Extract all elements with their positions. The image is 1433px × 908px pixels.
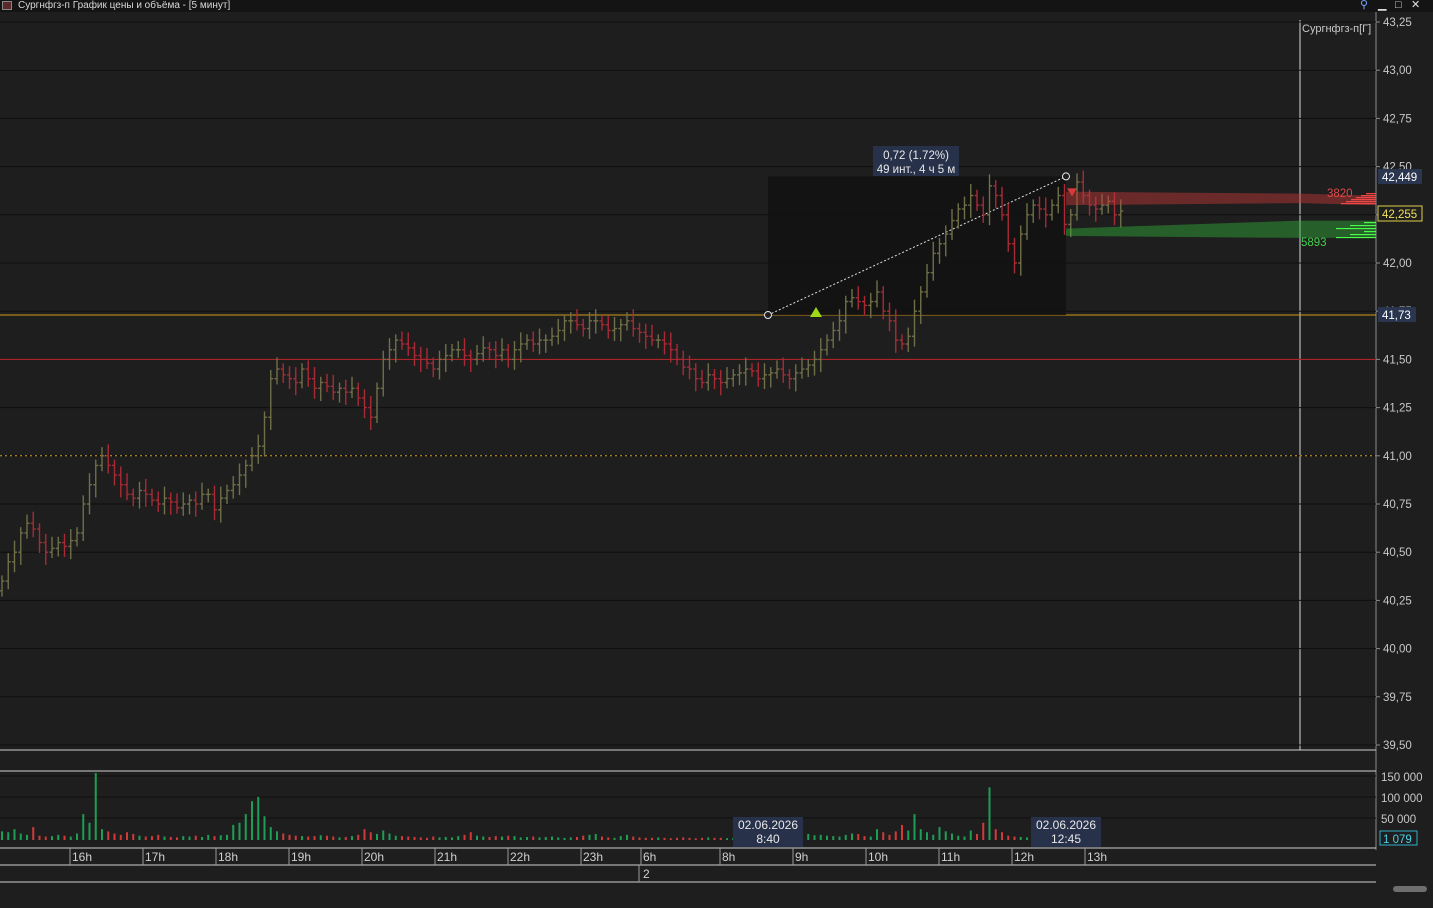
- time-tick-label: 22h: [510, 850, 530, 864]
- volume-tick-100k: 100 000: [1381, 793, 1423, 805]
- minimize-button[interactable]: ▁: [1378, 0, 1386, 11]
- time-tick-label: 21h: [437, 850, 457, 864]
- chart-background: [0, 12, 1433, 908]
- time-tick-label: 13h: [1087, 850, 1107, 864]
- measure-end-handle: [1062, 172, 1070, 181]
- pin-icon[interactable]: ⚲: [1360, 0, 1368, 11]
- window-title: Сургнфгз-п График цены и объёма - [5 мин…: [18, 0, 231, 11]
- last-volume-label: 1 079: [1383, 834, 1412, 846]
- ask-volume-label: 3820: [1327, 188, 1353, 200]
- day-label: 2: [643, 867, 650, 881]
- time-tick-label: 9h: [795, 850, 808, 864]
- price-tick-label: 41,00: [1383, 451, 1412, 463]
- time-tick-label: 18h: [218, 850, 238, 864]
- time-tick-label: 11h: [941, 850, 960, 864]
- price-tick-label: 39,75: [1383, 692, 1412, 704]
- price-tick-label: 40,75: [1383, 499, 1412, 511]
- maximize-button[interactable]: □: [1395, 0, 1402, 11]
- high-mark-label: 42,449: [1382, 172, 1417, 184]
- time-tick-label: 20h: [364, 850, 384, 864]
- time-tick-label: 12h: [1014, 850, 1034, 864]
- instrument-label: Сургнфгз-п[Г]: [1302, 23, 1371, 35]
- price-tick-label: 43,25: [1383, 17, 1412, 29]
- measure-start-handle: [764, 311, 772, 320]
- price-tick-label: 41,25: [1383, 403, 1412, 415]
- app-icon: [2, 1, 12, 10]
- time-tick-label: 19h: [291, 850, 311, 864]
- level-label: 41,73: [1382, 310, 1411, 322]
- price-tick-label: 43,00: [1383, 65, 1412, 77]
- time-tick-label: 6h: [643, 850, 656, 864]
- volume-tick-150k: 150 000: [1381, 772, 1423, 784]
- volume-tick-50k: 50 000: [1381, 814, 1416, 826]
- measure-tooltip-span: 49 инт., 4 ч 5 м: [877, 164, 956, 176]
- window-titlebar: Сургнфгз-п График цены и объёма - [5 мин…: [0, 0, 1433, 12]
- time-tick-label: 16h: [72, 850, 92, 864]
- time-tick-label: 8h: [722, 850, 735, 864]
- price-tick-label: 39,50: [1383, 740, 1412, 752]
- measure-tooltip-change: 0,72 (1.72%): [883, 150, 949, 162]
- cursor-start-date: 02.06.2026: [738, 818, 798, 832]
- price-tick-label: 40,25: [1383, 595, 1412, 607]
- cursor-start-time: 8:40: [756, 832, 780, 846]
- close-button[interactable]: ✕: [1411, 0, 1420, 11]
- horizontal-scrollbar[interactable]: [1393, 886, 1427, 892]
- price-tick-label: 42,00: [1383, 258, 1412, 270]
- price-tick-label: 42,75: [1383, 113, 1412, 125]
- chart-area[interactable]: 43,2543,0042,7542,5042,2542,0041,7541,50…: [0, 12, 1433, 908]
- bid-volume-label: 5893: [1301, 237, 1327, 249]
- price-tick-label: 41,50: [1383, 354, 1412, 366]
- cursor-end-date: 02.06.2026: [1036, 818, 1096, 832]
- last-price-label: 42,255: [1382, 209, 1417, 221]
- price-tick-label: 40,00: [1383, 644, 1412, 656]
- price-tick-label: 40,50: [1383, 547, 1412, 559]
- time-tick-label: 17h: [145, 850, 165, 864]
- cursor-end-time: 12:45: [1051, 832, 1081, 846]
- time-tick-label: 10h: [868, 850, 888, 864]
- time-tick-label: 23h: [583, 850, 603, 864]
